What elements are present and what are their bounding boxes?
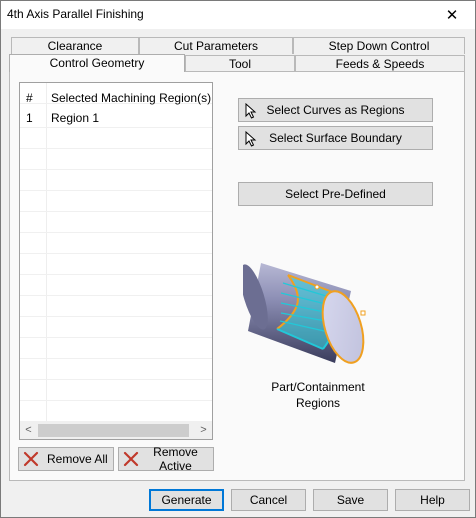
tab-cut-parameters[interactable]: Cut Parameters [139, 37, 293, 54]
table-row-empty [20, 296, 212, 317]
cursor-arrow-icon [245, 131, 257, 147]
title-bar: 4th Axis Parallel Finishing ✕ [1, 1, 475, 29]
row-number: 1 [26, 111, 33, 125]
tab-step-down-control[interactable]: Step Down Control [293, 37, 465, 54]
cancel-button[interactable]: Cancel [231, 489, 306, 511]
close-button[interactable]: ✕ [429, 1, 475, 29]
select-surface-label: Select Surface Boundary [269, 131, 402, 145]
cylinder-region-illustration [243, 263, 366, 364]
scroll-right-icon[interactable]: > [195, 422, 212, 439]
column-header-number[interactable]: # [26, 91, 33, 105]
list-header: # Selected Machining Region(s) [20, 83, 212, 105]
table-row-empty [20, 191, 212, 212]
table-row-empty [20, 401, 212, 422]
table-row[interactable]: 1 Region 1 [20, 107, 212, 128]
save-button[interactable]: Save [313, 489, 388, 511]
scroll-left-icon[interactable]: < [20, 422, 37, 439]
illustration-caption: Part/Containment Regions [263, 379, 373, 411]
select-curves-as-regions-button[interactable]: Select Curves as Regions [238, 98, 433, 122]
column-header-region[interactable]: Selected Machining Region(s) [51, 91, 211, 105]
table-row-empty [20, 212, 212, 233]
window-title: 4th Axis Parallel Finishing [7, 7, 144, 21]
select-pre-defined-button[interactable]: Select Pre-Defined [238, 182, 433, 206]
table-row-empty [20, 149, 212, 170]
table-row-empty [20, 317, 212, 338]
cursor-arrow-icon [245, 103, 257, 119]
tab-clearance[interactable]: Clearance [11, 37, 139, 54]
red-x-icon [23, 451, 39, 467]
row-region-name: Region 1 [51, 111, 100, 125]
remove-active-label: Remove Active [153, 445, 198, 473]
table-row-empty [20, 170, 212, 191]
tab-feeds-speeds[interactable]: Feeds & Speeds [295, 55, 465, 72]
horizontal-scrollbar[interactable]: < > [20, 421, 212, 439]
help-button[interactable]: Help [395, 489, 470, 511]
table-row-empty [20, 275, 212, 296]
table-row-empty [20, 254, 212, 275]
red-x-icon [123, 451, 139, 467]
table-row-empty [20, 359, 212, 380]
table-row-empty [20, 338, 212, 359]
remove-active-button[interactable]: Remove Active [118, 445, 214, 473]
caption-line-1: Part/Containment [271, 380, 365, 394]
table-row-empty [20, 380, 212, 401]
table-row-empty [20, 128, 212, 149]
caption-line-2: Regions [295, 396, 341, 410]
table-row-empty [20, 233, 212, 254]
remove-all-label: Remove All [47, 452, 108, 466]
dialog-window: 4th Axis Parallel Finishing ✕ Clearance … [0, 0, 476, 518]
scrollbar-thumb[interactable] [38, 424, 189, 437]
region-list[interactable]: # Selected Machining Region(s) 1 Region … [19, 82, 213, 440]
generate-button[interactable]: Generate [149, 489, 224, 511]
remove-all-button[interactable]: Remove All [18, 447, 114, 471]
select-curves-label: Select Curves as Regions [266, 103, 405, 117]
tab-tool[interactable]: Tool [185, 55, 295, 72]
tab-control-geometry[interactable]: Control Geometry [9, 54, 185, 72]
select-surface-boundary-button[interactable]: Select Surface Boundary [238, 126, 433, 150]
